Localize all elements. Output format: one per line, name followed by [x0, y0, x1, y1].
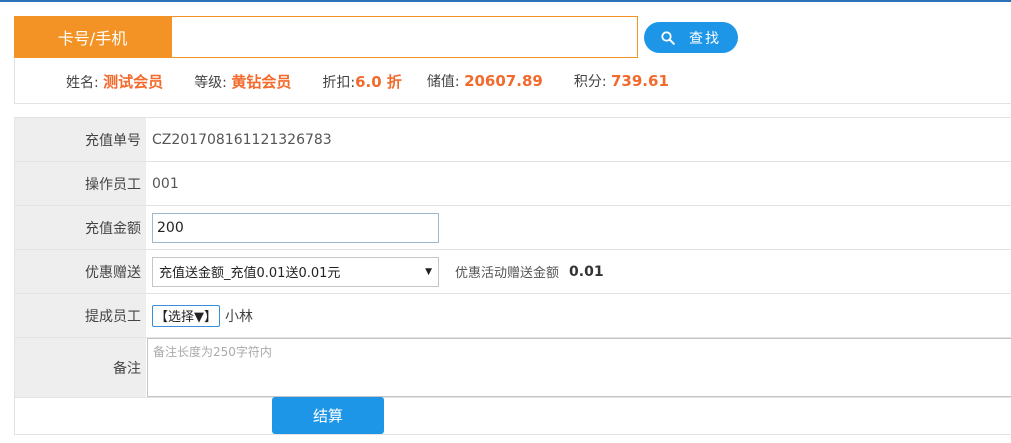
member-balance-value: 20607.89 — [464, 72, 543, 90]
member-discount: 折扣:6.0 折 — [322, 71, 402, 92]
settle-button[interactable]: 结算 — [272, 397, 384, 434]
operator-row: 操作员工 001 — [15, 162, 1011, 206]
promo-label: 优惠赠送 — [15, 250, 146, 293]
recharge-form: 充值单号 CZ201708161121326783 操作员工 001 充值金额 … — [14, 117, 1011, 398]
amount-label: 充值金额 — [15, 206, 146, 249]
member-level-value: 黄钻会员 — [231, 72, 292, 91]
card-phone-input[interactable] — [171, 16, 638, 58]
remark-row: 备注 — [15, 338, 1011, 398]
amount-input[interactable] — [152, 212, 439, 243]
member-name-value: 测试会员 — [103, 72, 164, 91]
card-phone-label: 卡号/手机 — [14, 16, 171, 58]
commission-cell: 【选择▼】 小林 — [146, 294, 1011, 337]
order-no-label: 充值单号 — [15, 118, 146, 161]
member-level-label: 等级: — [194, 74, 227, 91]
promo-select[interactable]: 充值送金额_充值0.01送0.01元 ▼ — [152, 256, 439, 287]
gift-amount-label: 优惠活动赠送金额 — [455, 266, 560, 281]
order-no-row: 充值单号 CZ201708161121326783 — [15, 118, 1011, 162]
search-icon — [661, 30, 675, 45]
operator-value: 001 — [152, 175, 179, 192]
commission-row: 提成员工 【选择▼】 小林 — [15, 294, 1011, 338]
search-button-label: 查找 — [689, 30, 721, 47]
member-level: 等级: 黄钻会员 — [194, 71, 291, 92]
promo-row: 优惠赠送 充值送金额_充值0.01送0.01元 ▼ 优惠活动赠送金额 0.01 — [15, 250, 1011, 294]
member-points: 积分: 739.61 — [574, 71, 669, 91]
member-info-bar: 姓名: 测试会员 等级: 黄钻会员 折扣:6.0 折 储值: 20607.89 … — [14, 59, 1011, 104]
member-points-label: 积分: — [573, 74, 607, 90]
member-discount-label: 折扣: — [322, 74, 356, 91]
member-balance-label: 储值: — [426, 74, 460, 90]
member-points-value: 739.61 — [611, 72, 669, 90]
member-name: 姓名: 测试会员 — [66, 71, 163, 92]
member-discount-value: 6.0 折 — [355, 72, 402, 91]
promo-cell: 充值送金额_充值0.01送0.01元 ▼ 优惠活动赠送金额 0.01 — [146, 250, 1011, 293]
remark-textarea[interactable] — [147, 338, 1011, 397]
action-bar: 结算 — [14, 397, 1011, 435]
commission-label: 提成员工 — [15, 294, 146, 337]
order-no-value: CZ201708161121326783 — [152, 131, 332, 148]
promo-select-value: 充值送金额_充值0.01送0.01元 — [159, 266, 341, 281]
search-button[interactable]: 查找 — [644, 22, 738, 53]
remark-label: 备注 — [15, 338, 146, 397]
amount-cell — [146, 206, 1011, 249]
gift-amount-value: 0.01 — [569, 263, 604, 280]
dropdown-arrow-icon: ▼ — [425, 266, 432, 277]
member-name-label: 姓名: — [66, 74, 99, 91]
commission-staff-name: 小林 — [225, 308, 253, 325]
commission-staff-select[interactable]: 【选择▼】 — [152, 304, 220, 327]
remark-cell — [146, 338, 1011, 397]
amount-row: 充值金额 — [15, 206, 1011, 250]
top-border — [0, 0, 1011, 2]
operator-label: 操作员工 — [15, 162, 146, 205]
member-balance: 储值: 20607.89 — [427, 71, 543, 91]
